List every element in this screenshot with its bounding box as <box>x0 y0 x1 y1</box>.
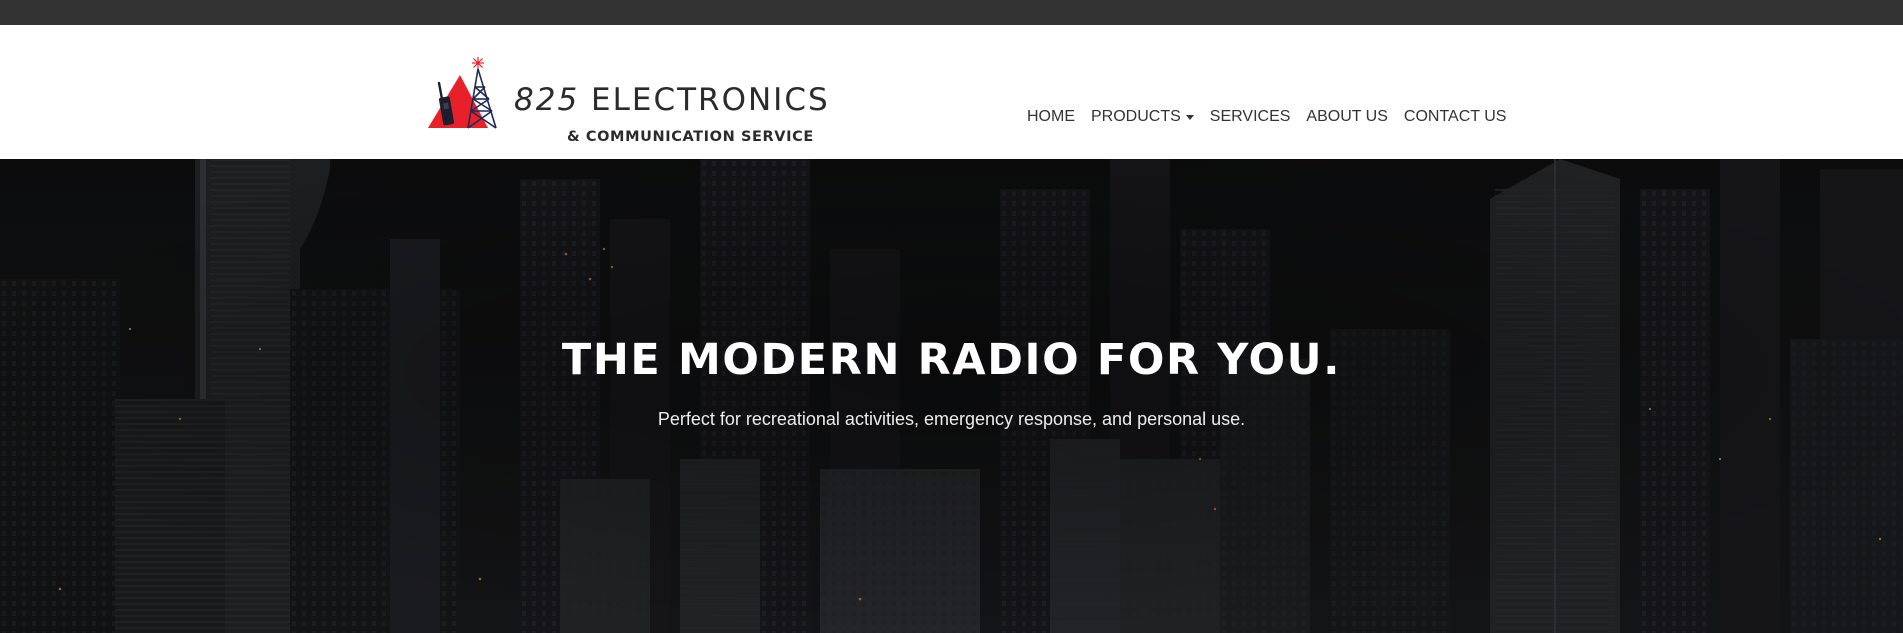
nav-contact-link[interactable]: CONTACT US <box>1404 106 1507 128</box>
nav-about-label: ABOUT US <box>1306 108 1388 125</box>
caret-down-icon <box>1185 114 1194 120</box>
site-header: 825 ELECTRONICS & COMMUNICATION SERVICE … <box>0 25 1903 159</box>
nav-products-label: PRODUCTS <box>1091 108 1181 125</box>
nav-home-link[interactable]: HOME <box>1027 106 1075 128</box>
city-skyline-background-image <box>0 159 1903 633</box>
nav-about-link[interactable]: ABOUT US <box>1306 106 1388 128</box>
top-strip <box>0 0 1903 25</box>
nav-services-link[interactable]: SERVICES <box>1210 106 1291 128</box>
nav-products-dropdown[interactable]: PRODUCTS <box>1091 106 1194 128</box>
brand-number: 825 <box>514 82 580 118</box>
brand-name: 825 ELECTRONICS <box>514 85 830 116</box>
hero-title: THE MODERN RADIO FOR YOU. <box>561 335 1342 385</box>
hero-banner: THE MODERN RADIO FOR YOU. Perfect for re… <box>0 159 1903 633</box>
nav-contact-label: CONTACT US <box>1403 108 1507 125</box>
main-nav: HOME PRODUCTS SERVICES ABOUT US CONTACT … <box>1027 106 1506 128</box>
hero-subtitle: Perfect for recreational activities, eme… <box>657 409 1246 429</box>
nav-home-label: HOME <box>1027 108 1075 125</box>
brand-logo-link[interactable]: 825 ELECTRONICS & COMMUNICATION SERVICE <box>428 55 860 144</box>
nav-services-label: SERVICES <box>1209 108 1291 125</box>
brand-tagline: & COMMUNICATION SERVICE <box>567 129 814 145</box>
brand-word: ELECTRONICS <box>591 82 830 118</box>
radio-tower-logo-icon <box>428 57 497 129</box>
